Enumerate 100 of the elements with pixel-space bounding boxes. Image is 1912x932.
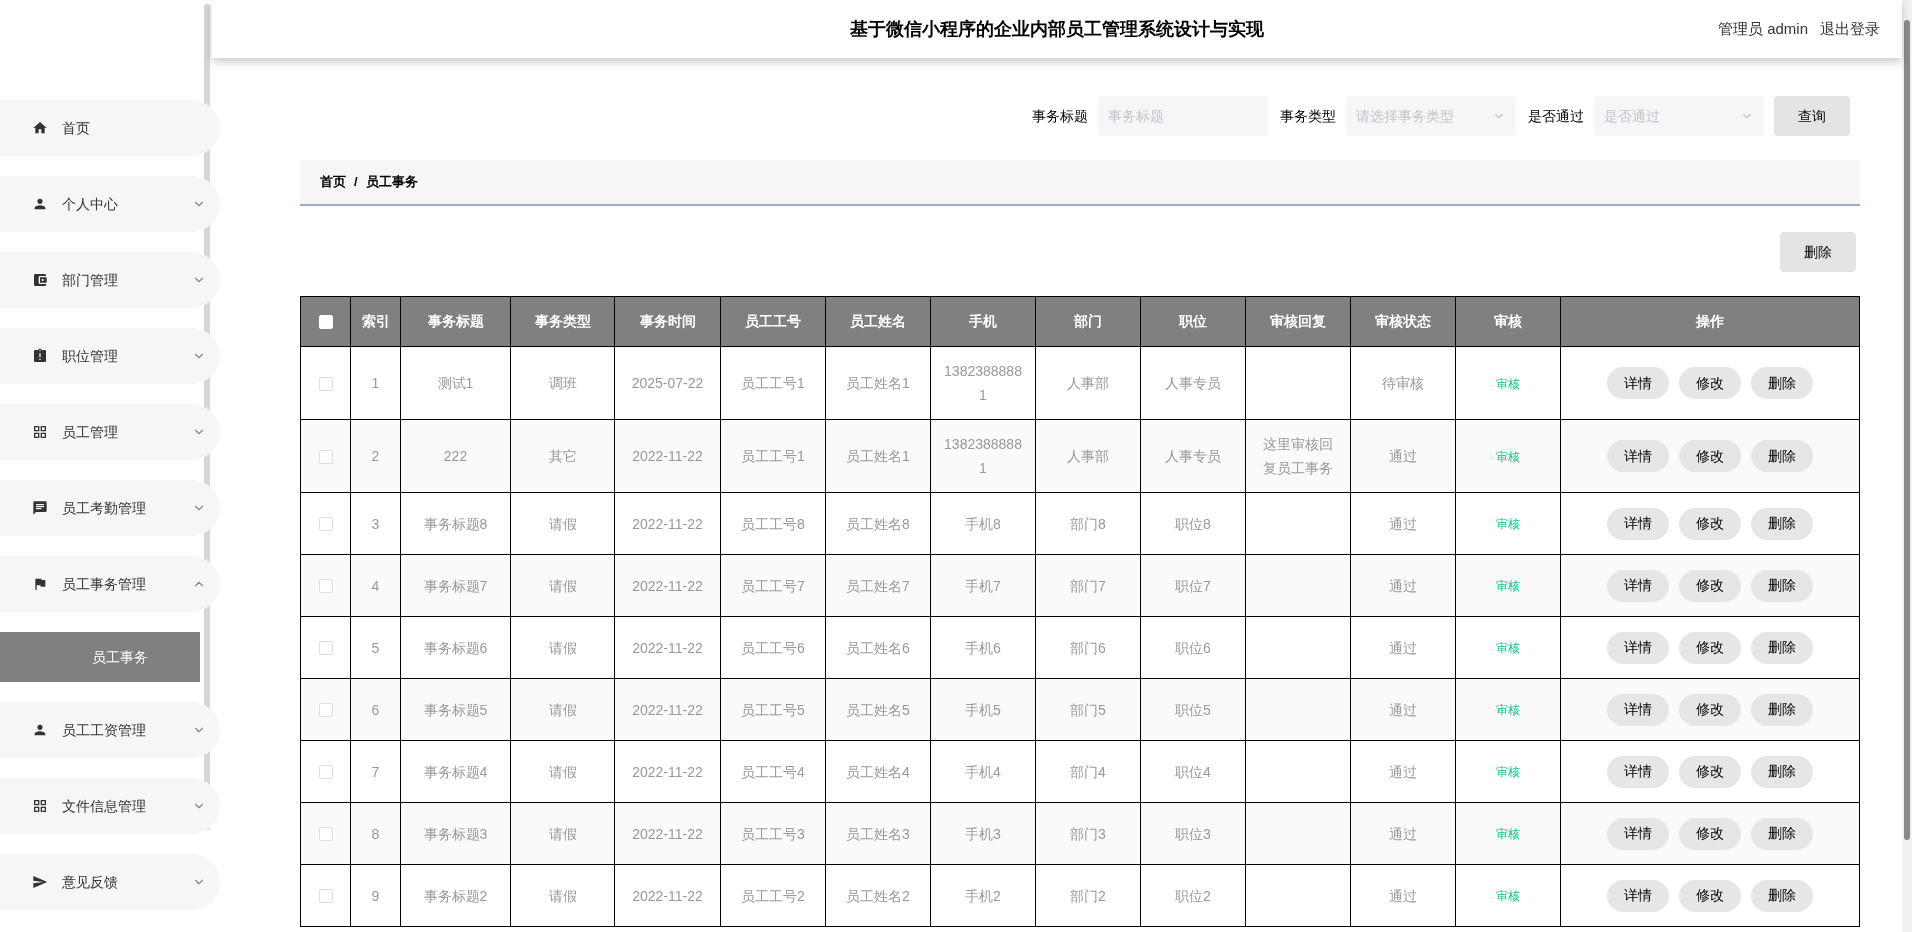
sidebar-item[interactable]: 意见反馈 [0, 854, 220, 910]
table-cell: 5 [350, 616, 401, 679]
action-button[interactable]: 修改 [1679, 817, 1741, 850]
table-cell: 员工姓名8 [825, 492, 931, 555]
action-button[interactable]: 删除 [1751, 569, 1813, 602]
delete-button[interactable]: 删除 [1780, 232, 1856, 272]
action-button[interactable]: 修改 [1679, 631, 1741, 664]
table-cell: 事务标题2 [400, 864, 511, 927]
sidebar-item[interactable]: 员工考勤管理 [0, 480, 220, 536]
action-button[interactable]: 删除 [1751, 631, 1813, 664]
table-cell: 员工姓名2 [825, 864, 931, 927]
table-cell: 请假 [510, 802, 615, 865]
sidebar-item[interactable]: 部门管理 [0, 252, 220, 308]
action-button[interactable]: 删除 [1751, 817, 1813, 850]
table-cell: 事务标题5 [400, 678, 511, 741]
table-cell: 通过 [1350, 616, 1456, 679]
column-header: 部门 [1035, 296, 1141, 347]
action-button[interactable]: 修改 [1679, 755, 1741, 788]
table-cell: 职位7 [1140, 554, 1246, 617]
action-button[interactable]: 详情 [1607, 507, 1669, 540]
scrollbar[interactable] [1902, 0, 1912, 932]
action-button[interactable]: 删除 [1751, 507, 1813, 540]
table-cell: 6 [350, 678, 401, 741]
table-cell: 员工姓名6 [825, 616, 931, 679]
action-button[interactable]: 详情 [1607, 879, 1669, 912]
table-cell: 部门5 [1035, 678, 1141, 741]
checkbox[interactable] [318, 449, 333, 464]
checkbox[interactable] [318, 517, 333, 532]
checkbox[interactable] [318, 579, 333, 594]
checkbox[interactable] [318, 641, 333, 656]
action-button[interactable]: 详情 [1607, 755, 1669, 788]
table-cell: 员工姓名1 [825, 346, 931, 420]
table-cell: 手机5 [930, 678, 1036, 741]
page-title: 基于微信小程序的企业内部员工管理系统设计与实现 [850, 17, 1264, 41]
table-cell: 测试1 [400, 346, 511, 420]
action-button[interactable]: 修改 [1679, 569, 1741, 602]
sidebar-item[interactable]: 员工事务管理 [0, 556, 220, 612]
wallet-icon [32, 272, 48, 288]
action-button[interactable]: 详情 [1607, 693, 1669, 726]
table-cell: 员工工号4 [720, 740, 826, 803]
sidebar-item[interactable]: 职位管理 [0, 328, 220, 384]
checkbox[interactable] [318, 376, 333, 391]
action-button[interactable]: 修改 [1679, 507, 1741, 540]
column-header: 员工工号 [720, 296, 826, 347]
search-button[interactable]: 查询 [1774, 96, 1850, 136]
table-cell: 部门8 [1035, 492, 1141, 555]
checkbox[interactable] [318, 703, 333, 718]
action-button[interactable]: 详情 [1607, 440, 1669, 472]
breadcrumb-link[interactable]: 首页 [320, 172, 346, 192]
table-cell: 通过 [1350, 554, 1456, 617]
table-cell: 员工工号5 [720, 678, 826, 741]
table-cell: 手机6 [930, 616, 1036, 679]
column-header: 职位 [1140, 296, 1246, 347]
column-header: 索引 [350, 296, 401, 347]
action-button[interactable]: 修改 [1679, 367, 1741, 399]
table-cell: 2022-11-22 [614, 419, 721, 493]
action-button[interactable]: 删除 [1751, 755, 1813, 788]
column-header: 员工姓名 [825, 296, 931, 347]
submenu-item[interactable]: 员工事务 [0, 632, 200, 682]
action-button[interactable]: 详情 [1607, 367, 1669, 399]
table-cell: 员工工号1 [720, 419, 826, 493]
table-cell: 这里审核回复员工事务 [1245, 419, 1351, 493]
action-button[interactable]: 修改 [1679, 879, 1741, 912]
table-cell: 2022-11-22 [614, 802, 721, 865]
table-cell: 3 [350, 492, 401, 555]
sidebar-item[interactable]: 员工管理 [0, 404, 220, 460]
action-button[interactable]: 详情 [1607, 569, 1669, 602]
action-button[interactable]: 修改 [1679, 693, 1741, 726]
action-button[interactable]: 详情 [1607, 631, 1669, 664]
action-button[interactable]: 修改 [1679, 440, 1741, 472]
sidebar-item[interactable]: 员工工资管理 [0, 702, 220, 758]
person-icon [32, 722, 48, 738]
breadcrumb-separator: / [354, 173, 358, 192]
checkbox[interactable] [318, 827, 333, 842]
table-cell: 请假 [510, 864, 615, 927]
column-header: 事务时间 [614, 296, 721, 347]
breadcrumb-link[interactable]: 员工事务 [365, 172, 418, 192]
table-cell: 职位8 [1140, 492, 1246, 555]
checkbox[interactable] [318, 889, 333, 904]
action-button[interactable]: 删除 [1751, 367, 1813, 399]
column-header: 操作 [1560, 296, 1860, 347]
sidebar-item[interactable]: 文件信息管理 [0, 778, 220, 834]
table-cell: 2022-11-22 [614, 492, 721, 555]
table-cell: 员工姓名4 [825, 740, 931, 803]
sidebar-item[interactable]: 个人中心 [0, 176, 220, 232]
field-label: 事务标题 [1032, 106, 1088, 126]
table-cell: 2022-11-22 [614, 678, 721, 741]
action-button[interactable]: 删除 [1751, 440, 1813, 472]
action-button[interactable]: 详情 [1607, 817, 1669, 850]
table-cell: 部门4 [1035, 740, 1141, 803]
action-button[interactable]: 删除 [1751, 693, 1813, 726]
action-button[interactable]: 删除 [1751, 879, 1813, 912]
table-cell: 通过 [1350, 864, 1456, 927]
logout-link[interactable]: 退出登录 [1820, 17, 1880, 41]
table-cell: 调班 [510, 346, 615, 420]
sidebar-item[interactable]: 首页 [0, 100, 220, 156]
checkbox[interactable] [318, 765, 333, 780]
table-cell: 职位2 [1140, 864, 1246, 927]
table-cell: 请假 [510, 740, 615, 803]
table-cell: 待审核 [1350, 346, 1456, 420]
